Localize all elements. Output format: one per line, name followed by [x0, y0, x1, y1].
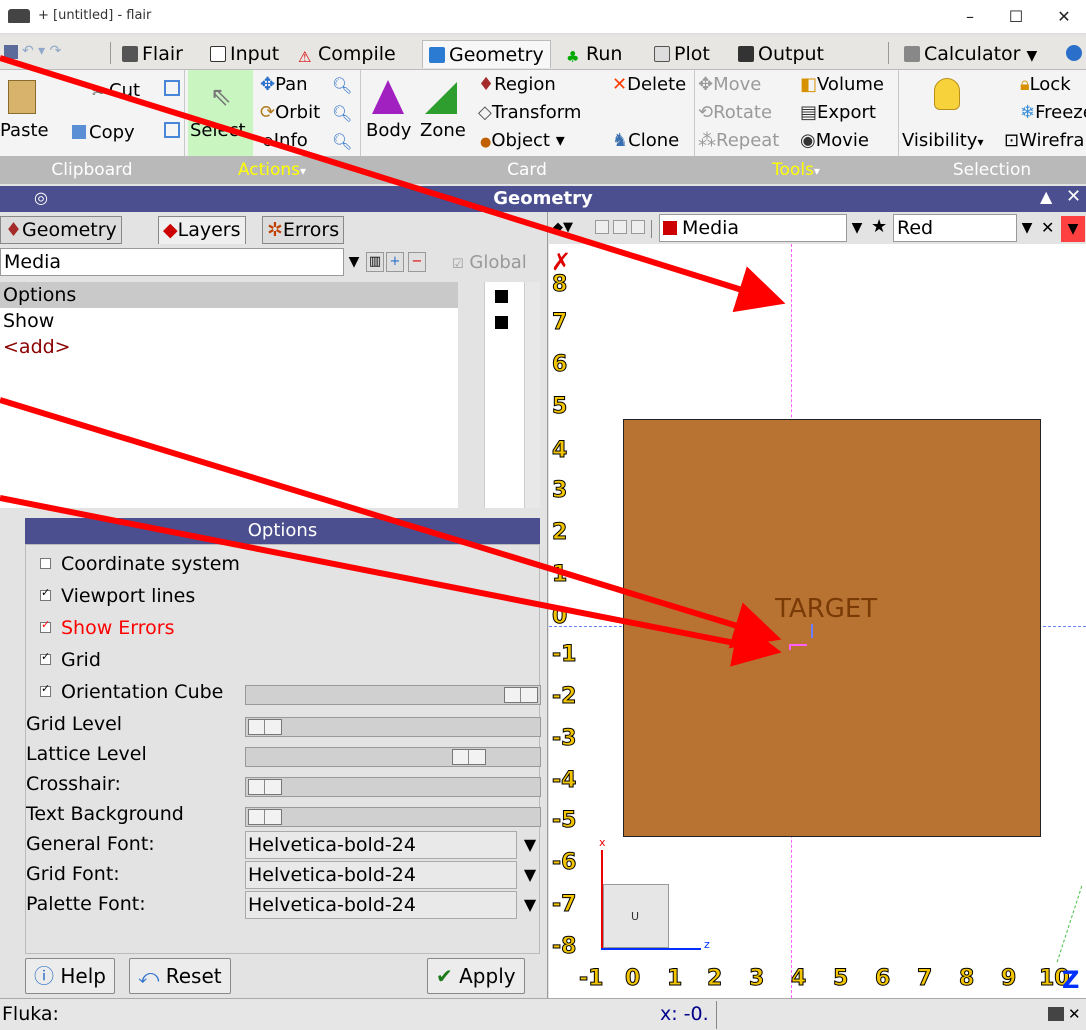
annotation-arrows	[0, 55, 786, 667]
keyboard-icon[interactable]	[1048, 1007, 1064, 1021]
tools-icon[interactable]: ✕	[1068, 1005, 1081, 1023]
status-bar: Fluka: x: -0. ✕	[0, 998, 1086, 1030]
coordinate-readout: x: -0.	[660, 1003, 709, 1025]
arrow-viewport-lines	[0, 55, 786, 313]
status-text: Fluka:	[2, 1003, 59, 1025]
status-separator	[716, 1001, 717, 1029]
